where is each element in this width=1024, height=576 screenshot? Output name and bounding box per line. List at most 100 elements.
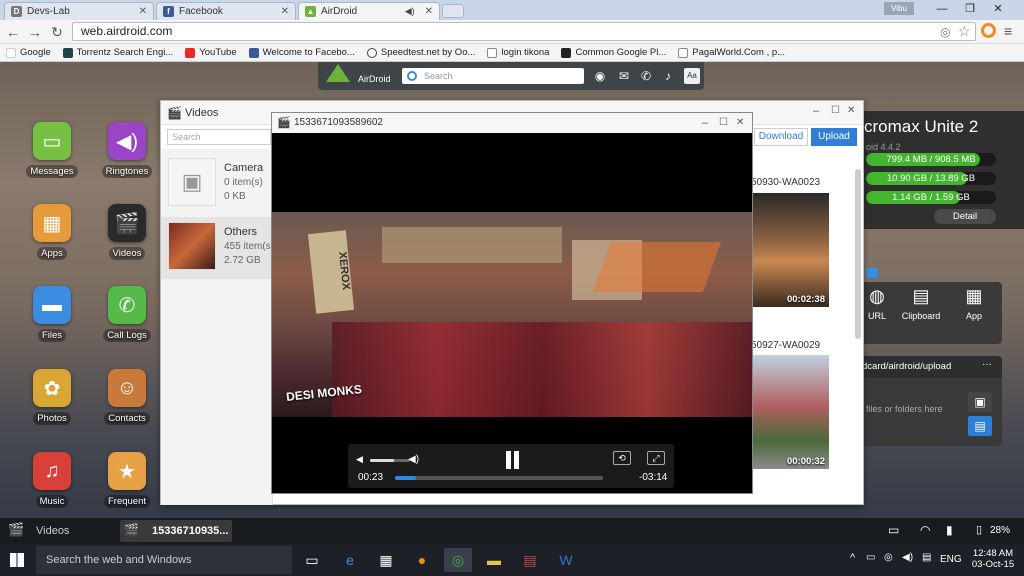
forward-icon[interactable]: → (26, 23, 44, 41)
download-button[interactable]: Download (754, 128, 808, 146)
bookmark-login-tikona[interactable]: login tikona (487, 47, 549, 58)
rotate-icon[interactable]: ⟲ (613, 451, 631, 465)
desktop-icon-videos[interactable]: 🎬 Videos (95, 204, 159, 260)
bookmark-pagalworld[interactable]: PagalWorld.Com , p... (678, 47, 785, 58)
action-center-icon[interactable]: ▤ (922, 552, 931, 563)
bookmark-speedtest[interactable]: Speedtest.net by Oo... (366, 47, 475, 58)
desktop-icon-ringtones[interactable]: ◀) Ringtones (95, 122, 159, 178)
location-icon[interactable]: ◎ (940, 25, 950, 39)
windows-start-icon[interactable] (10, 553, 24, 567)
volume-tray-icon[interactable]: ◀) (902, 552, 913, 563)
dock-item-player[interactable]: 🎬 15336710935... (120, 520, 232, 542)
extension-icon[interactable] (981, 23, 996, 38)
desktop-icon-music[interactable]: ♫ Music (20, 452, 84, 508)
file-explorer-icon[interactable]: ▬ (480, 548, 508, 572)
tab-facebook[interactable]: f Facebook ✕ (156, 2, 296, 20)
taskbar-search-input[interactable]: Search the web and Windows (36, 546, 292, 574)
seek-bar[interactable] (395, 476, 603, 480)
detail-button[interactable]: Detail (934, 209, 996, 224)
tool-url[interactable]: ◍ URL (862, 286, 892, 321)
close-icon[interactable]: ✕ (736, 113, 744, 133)
airdroid-logo[interactable]: AirDroid (322, 62, 392, 90)
user-badge[interactable]: Vibu (884, 2, 914, 15)
dock-item-videos[interactable]: Videos (36, 525, 69, 537)
minimize-icon[interactable]: – (813, 105, 819, 117)
volume-slider[interactable] (370, 459, 410, 462)
desktop-icon-messages[interactable]: ▭ Messages (20, 122, 84, 178)
star-icon[interactable]: ☆ (958, 23, 971, 40)
close-tab-icon[interactable]: ✕ (419, 6, 433, 17)
store-icon[interactable]: ▦ (372, 548, 400, 572)
close-window-button[interactable]: ✕ (984, 0, 1012, 18)
network-icon[interactable]: ◎ (884, 552, 893, 563)
winrar-icon[interactable]: ▤ (516, 548, 544, 572)
photos-icon: ✿ (33, 369, 71, 407)
phone-icon[interactable]: ✆ (638, 68, 654, 84)
video-thumbnail[interactable]: 00:02:38 (751, 193, 829, 307)
bookmark-youtube[interactable]: YouTube (185, 47, 237, 58)
upload-button[interactable]: Upload (811, 128, 857, 146)
upload-folder-button[interactable]: ▣ (968, 392, 992, 412)
volume-icon[interactable]: ◀) (408, 454, 419, 465)
back-icon[interactable]: ← (4, 23, 22, 41)
bell-icon[interactable]: ♪ (660, 68, 676, 84)
address-bar[interactable]: web.airdroid.com (72, 22, 976, 41)
edge-icon[interactable]: e (336, 548, 364, 572)
tool-app[interactable]: ▦ App (954, 286, 994, 321)
video-thumbnail[interactable]: 00:00:32 (751, 355, 829, 469)
speaker-icon[interactable]: ◀) (405, 6, 415, 17)
close-tab-icon[interactable]: ✕ (133, 6, 147, 17)
desktop-icon-contacts[interactable]: ☺ Contacts (95, 369, 159, 425)
clipboard-icon: ▤ (912, 286, 930, 306)
bookmark-common-google[interactable]: Common Google Pl... (561, 47, 666, 58)
bookmark-facebook[interactable]: Welcome to Facebo... (248, 47, 355, 58)
pause-icon[interactable] (514, 451, 519, 469)
desktop-icon-apps[interactable]: ▦ Apps (20, 204, 84, 260)
fullscreen-icon[interactable]: ⤢ (647, 451, 665, 465)
album-camera[interactable]: ▣ Camera 0 item(s) 0 KB (161, 153, 273, 215)
reload-icon[interactable]: ↻ (48, 23, 66, 41)
language-indicator[interactable]: ENG (940, 554, 962, 565)
word-icon[interactable]: W (552, 548, 580, 572)
upload-file-button[interactable]: ▤ (968, 416, 992, 436)
battery-tray-icon[interactable]: ▭ (866, 552, 875, 563)
album-others[interactable]: Others 455 item(s) 2.72 GB (161, 217, 274, 279)
tab-devs-lab[interactable]: D Devs-Lab ✕ (4, 2, 154, 20)
font-icon[interactable]: Aa (684, 68, 700, 84)
bookmark-torrentz[interactable]: Torrentz Search Engi... (62, 47, 173, 58)
screen-icon[interactable]: ▭ (888, 523, 899, 537)
clock[interactable]: 12:48 AM 03-Oct-15 (968, 548, 1018, 570)
menu-icon[interactable]: ≡ (1004, 23, 1012, 39)
chrome-icon[interactable]: ◎ (444, 548, 472, 572)
task-view-icon[interactable]: ▭ (298, 548, 326, 572)
maximize-icon[interactable]: ☐ (719, 113, 728, 133)
minimize-icon[interactable]: – (702, 113, 708, 133)
more-icon[interactable]: ··· (982, 359, 992, 370)
pause-icon[interactable] (506, 451, 511, 469)
new-tab-button[interactable] (442, 4, 464, 18)
desktop-icon-call-logs[interactable]: ✆ Call Logs (95, 286, 159, 342)
tab-airdroid[interactable]: ▲ AirDroid ◀) ✕ (298, 2, 440, 20)
minimize-button[interactable]: — (928, 0, 956, 18)
mail-icon[interactable]: ✉ (616, 68, 632, 84)
video-frame[interactable]: XEROX DESI MONKS (272, 212, 752, 417)
videos-search-input[interactable]: Search (167, 129, 271, 145)
close-icon[interactable]: ✕ (847, 105, 855, 116)
desktop-icon-photos[interactable]: ✿ Photos (20, 369, 84, 425)
maximize-icon[interactable]: ☐ (831, 105, 840, 116)
album-size: 0 KB (224, 191, 246, 202)
firefox-icon[interactable]: ● (408, 548, 436, 572)
tool-clipboard[interactable]: ▤ Clipboard (896, 286, 946, 321)
album-count: 0 item(s) (224, 177, 263, 188)
airdroid-search-input[interactable]: Search (402, 68, 584, 84)
scrollbar[interactable] (855, 169, 861, 339)
mute-icon[interactable]: ◀ (356, 454, 363, 465)
bookmark-google[interactable]: Google (6, 47, 51, 58)
maximize-button[interactable]: ❐ (956, 0, 984, 18)
speedometer-icon[interactable]: ◉ (592, 68, 608, 84)
close-tab-icon[interactable]: ✕ (275, 6, 289, 17)
icon-label: Messages (26, 165, 78, 178)
desktop-icon-files[interactable]: ▬ Files (20, 286, 84, 342)
desktop-icon-frequent[interactable]: ★ Frequent (95, 452, 159, 508)
tray-chevron-icon[interactable]: ^ (850, 552, 855, 564)
